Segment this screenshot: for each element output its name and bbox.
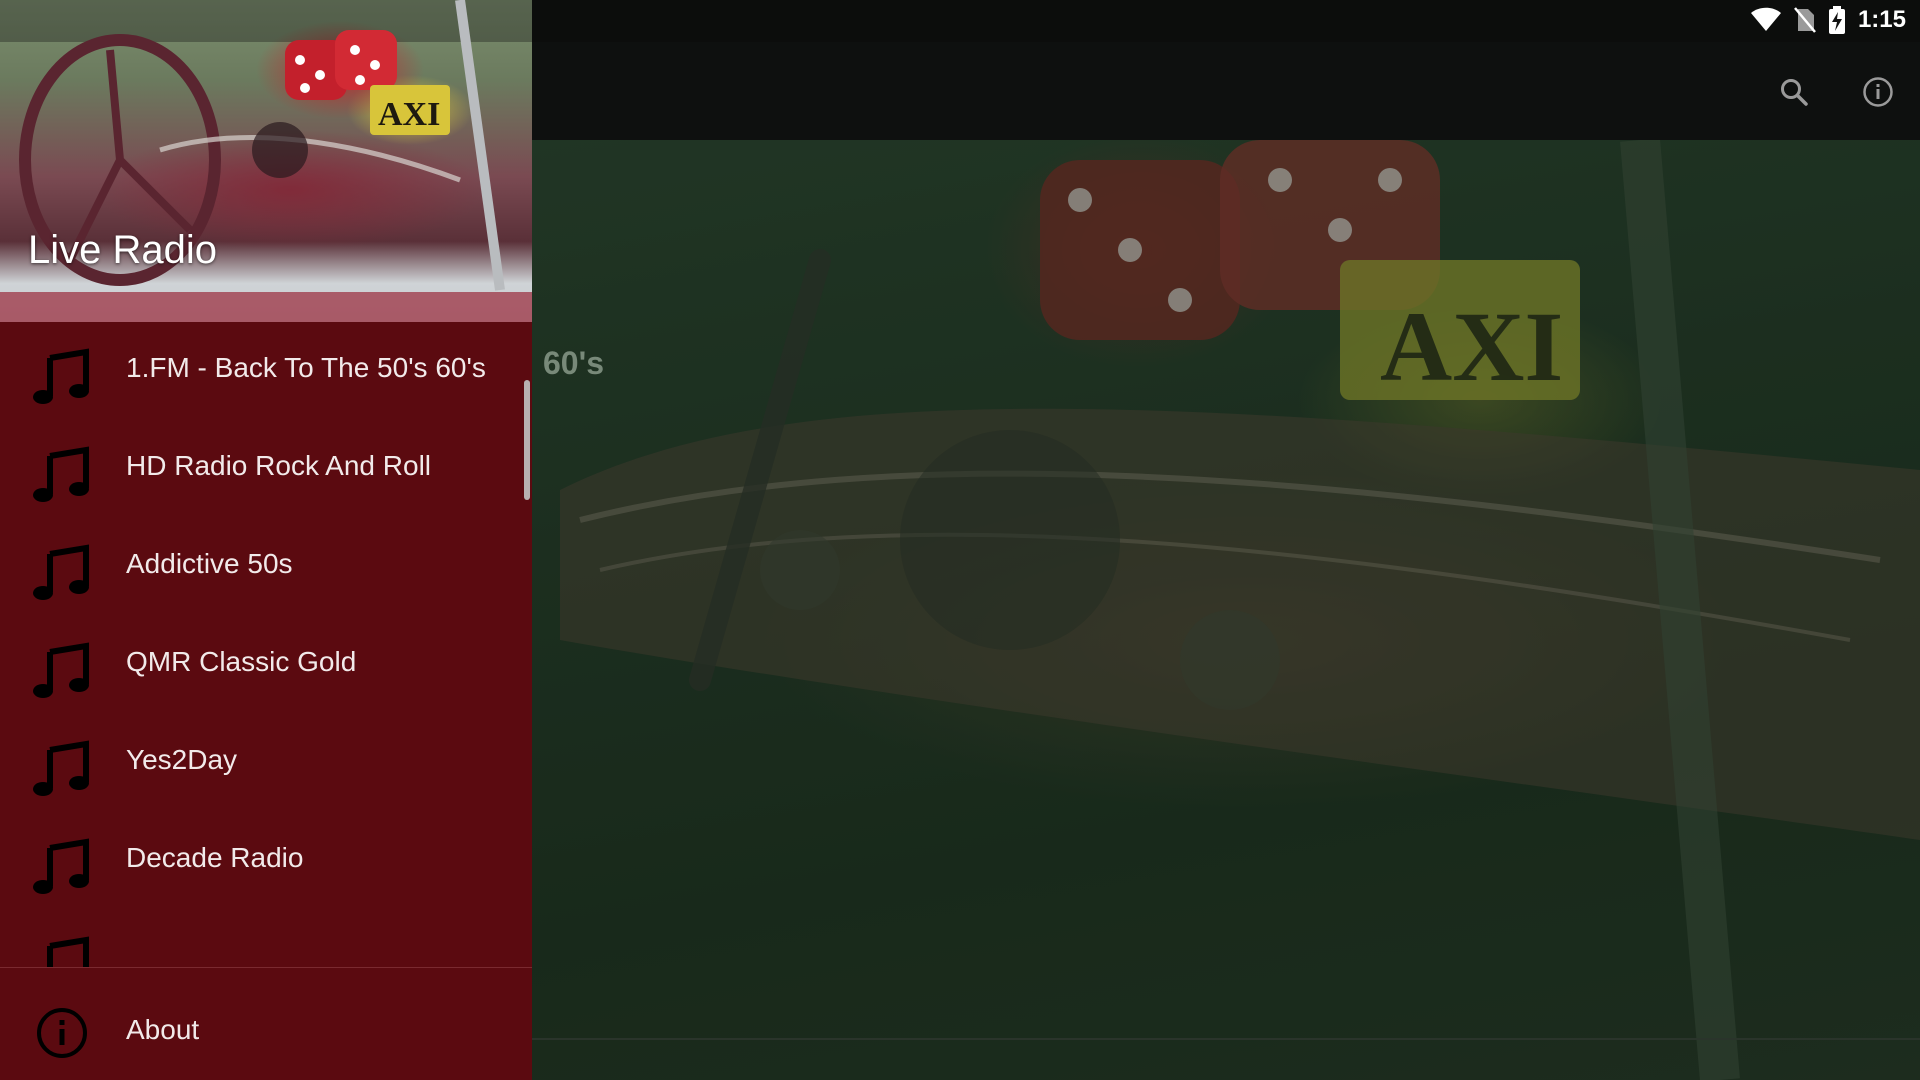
station-label: HD Radio Rock And Roll [126, 450, 432, 481]
about-label: About [126, 1014, 200, 1045]
music-note-icon [33, 446, 89, 502]
battery-charging-icon [1828, 6, 1845, 34]
station-item[interactable]: Decade Radio [0, 812, 532, 910]
svg-text:AXI: AXI [1380, 291, 1563, 402]
station-item[interactable]: Yes2Day [0, 714, 532, 812]
station-item[interactable]: 1.FM - Back To The 50's 60's [0, 322, 532, 420]
station-item-partial[interactable] [0, 910, 532, 967]
music-note-icon [33, 348, 89, 404]
music-note-icon [33, 642, 89, 698]
station-label: QMR Classic Gold [126, 646, 357, 677]
search-icon [1781, 79, 1808, 106]
status-time: 1:15 [1857, 6, 1906, 33]
no-sim-icon [1793, 7, 1816, 33]
info-icon [37, 1008, 87, 1058]
search-button[interactable] [1772, 70, 1816, 114]
station-label: Addictive 50s [126, 548, 293, 579]
info-button[interactable] [1856, 70, 1900, 114]
bottom-divider [532, 1038, 1920, 1040]
drawer-header-image: AXI [0, 0, 532, 322]
info-icon [1863, 77, 1893, 107]
drawer-title: Live Radio [28, 228, 218, 272]
music-note-icon [33, 544, 89, 600]
wifi-icon [1750, 7, 1781, 31]
music-note-icon [47, 936, 89, 967]
drawer-divider [0, 967, 532, 968]
music-note-icon [33, 740, 89, 796]
status-bar-system: 1:15 [1750, 6, 1906, 34]
station-list-scrollbar[interactable] [524, 380, 530, 500]
music-note-icon [33, 838, 89, 894]
page-title: 60's [543, 345, 604, 381]
drawer-header: AXI Live Radio [0, 0, 532, 322]
station-item[interactable]: QMR Classic Gold [0, 616, 532, 714]
station-item[interactable]: HD Radio Rock And Roll [0, 420, 532, 518]
station-label: Decade Radio [126, 842, 304, 873]
station-list: 1.FM - Back To The 50's 60's HD Radio Ro… [0, 322, 532, 967]
station-label: Yes2Day [126, 744, 238, 775]
station-item[interactable]: Addictive 50s [0, 518, 532, 616]
svg-text:AXI: AXI [378, 96, 440, 133]
station-label: 1.FM - Back To The 50's 60's [126, 352, 486, 383]
navigation-drawer: AXI Live Radio 1.FM - Back To The 50's 6… [0, 0, 532, 1080]
about-menu-item[interactable]: About [0, 985, 532, 1077]
